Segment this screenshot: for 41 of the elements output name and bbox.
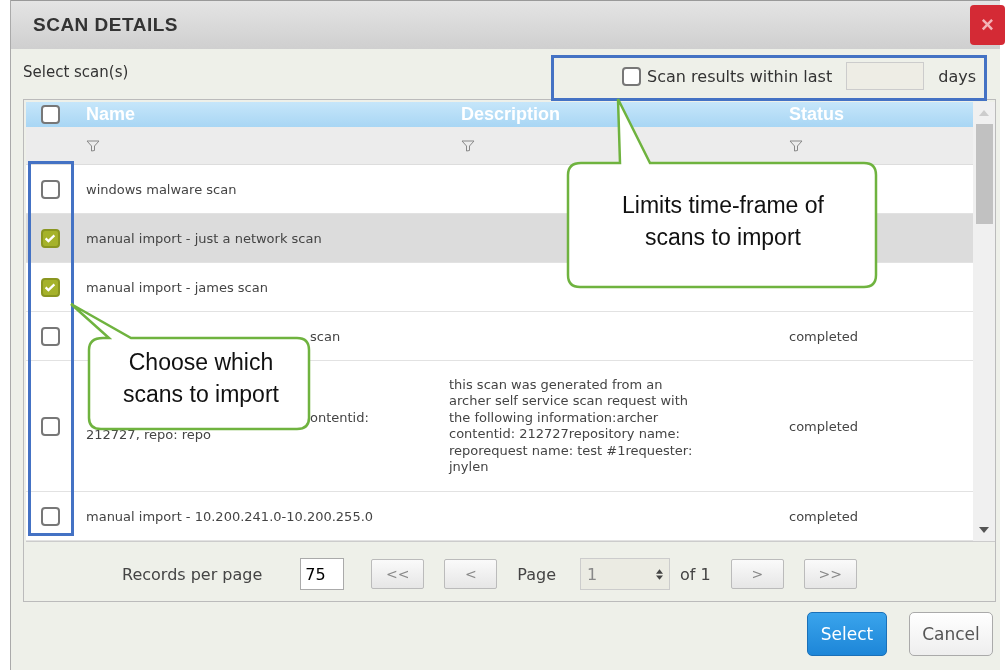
checkbox[interactable] (40, 277, 60, 297)
page-select[interactable]: 1 (580, 558, 671, 590)
page-count: of 1 (680, 564, 711, 584)
filter-label: Scan results within last (647, 66, 833, 86)
filter-icon[interactable] (789, 139, 803, 152)
days-field[interactable] (846, 62, 925, 90)
scroll-down-icon[interactable] (979, 527, 989, 533)
table-cell-text: completed (789, 417, 859, 435)
table-row[interactable]: manual import - 10.200.241.0-10.200.255.0 completed (26, 492, 973, 541)
filter-icon[interactable] (86, 139, 100, 152)
checkbox[interactable] (40, 326, 60, 346)
table-cell-text: manual import - james scan (86, 278, 269, 296)
records-label: Records per page (122, 564, 263, 584)
previous-page-button[interactable]: < (444, 559, 498, 589)
checkbox[interactable] (40, 416, 60, 436)
window-title: SCAN DETAILS (33, 14, 178, 36)
table-cell-text: completed (789, 507, 859, 525)
filter-icon[interactable] (461, 139, 475, 152)
close-button[interactable]: × (970, 5, 1005, 45)
select-label: Select scan(s) (23, 63, 129, 81)
checkbox[interactable] (40, 506, 60, 526)
scroll-thumb[interactable] (975, 124, 993, 224)
checkbox[interactable] (40, 105, 60, 124)
days-label: days (938, 66, 976, 86)
scrollbar[interactable] (973, 102, 995, 541)
table-cell-text: this scan was generated from an archer self service scan request with the following information:archer contentid: 212727repository name: reporequest name: test #1requester: jnylen (449, 376, 694, 476)
select-button[interactable]: Select (807, 612, 887, 656)
table-cell-text: completed (789, 327, 859, 345)
table-cell-text: windows malware scan (86, 180, 238, 198)
page-label: Page (517, 564, 557, 584)
table-cell-text: manual import - just a network scan (86, 229, 323, 247)
cancel-button[interactable]: Cancel (909, 612, 993, 656)
checkbox[interactable] (40, 228, 60, 248)
records-field[interactable]: 75 (300, 558, 345, 590)
first-page-button[interactable]: << (371, 559, 425, 589)
last-page-button[interactable]: >> (803, 559, 857, 589)
spinner-icon[interactable] (656, 568, 664, 580)
table-cell-text: manual import - 10.200.241.0-10.200.255.0 (86, 507, 375, 525)
checkbox[interactable] (40, 179, 60, 199)
checkbox[interactable] (622, 66, 642, 86)
next-page-button[interactable]: > (730, 559, 784, 589)
